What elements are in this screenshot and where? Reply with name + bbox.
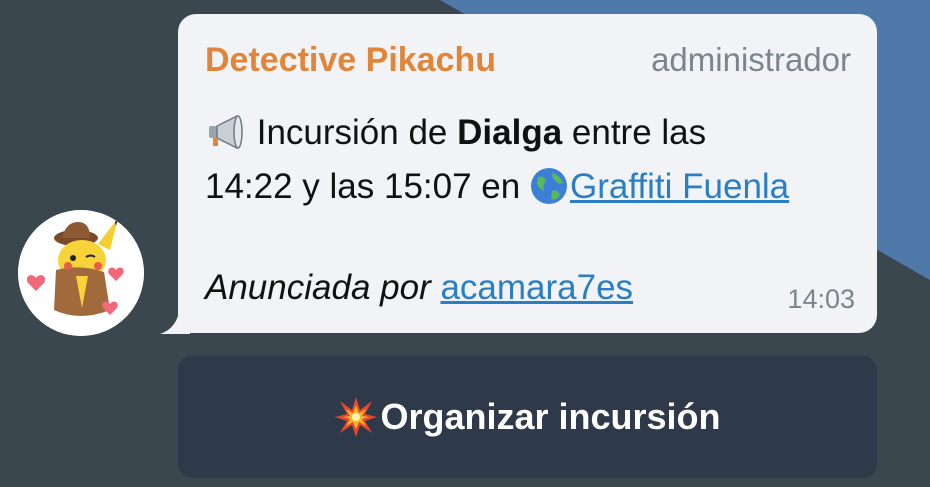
message-bubble[interactable]: Detective Pikachu administrador Incursió… (178, 14, 877, 333)
organize-raid-button[interactable]: Organizar incursión (178, 356, 877, 478)
message-line2: 14:22 y las 15:07 en (205, 167, 530, 206)
message-timestamp: 14:03 (787, 284, 855, 314)
sender-name[interactable]: Detective Pikachu (205, 41, 496, 80)
collision-icon (335, 397, 378, 437)
message-line1-prefix: Incursión de (247, 113, 458, 152)
globe-icon (530, 168, 567, 204)
pikachu-avatar (18, 210, 144, 336)
sender-role-badge: administrador (651, 41, 851, 78)
location-link[interactable]: Graffiti Fuenla (570, 167, 789, 206)
megaphone-icon (209, 114, 243, 150)
sender-avatar[interactable] (18, 210, 144, 336)
announcer-link[interactable]: acamara7es (440, 268, 633, 307)
organize-raid-label: Organizar incursión (380, 396, 721, 437)
message-text: Incursión de Dialga entre las 14:22 y las… (205, 106, 845, 214)
announced-by-line: Anunciada por acamara7es (205, 268, 633, 308)
message-line1-suffix: entre las (562, 113, 707, 152)
raid-boss-name: Dialga (457, 113, 563, 152)
announced-by-label: Anunciada por (205, 268, 441, 307)
